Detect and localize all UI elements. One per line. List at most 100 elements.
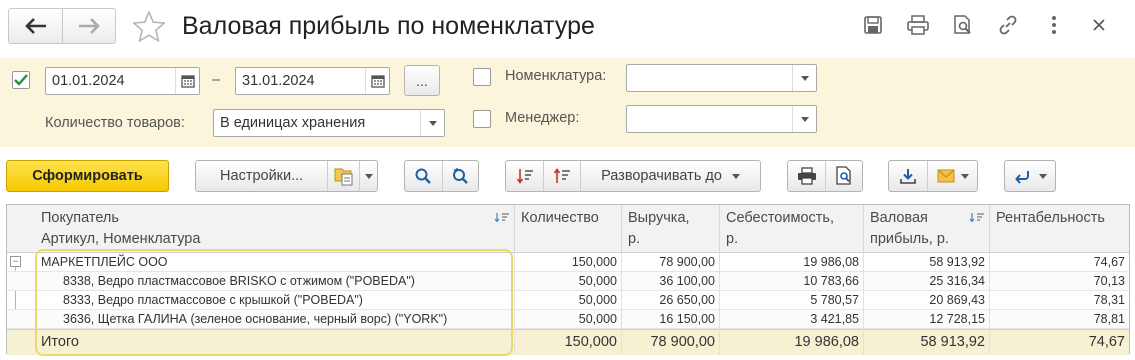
- table-header: Покупатель Артикул, Номенклатура Количес…: [7, 205, 1129, 253]
- header-profitability-label: Рентабельность: [996, 210, 1105, 226]
- cell-profit: 20 869,43: [929, 293, 985, 307]
- header-quantity[interactable]: Количество: [514, 205, 621, 253]
- total-row[interactable]: Итого 150,000 78 900,00 19 986,08 58 913…: [7, 329, 1129, 355]
- cell-profit: 12 728,15: [929, 312, 985, 326]
- print-icon[interactable]: [905, 12, 931, 38]
- header-profit-unit: прибыль, р.: [870, 231, 949, 247]
- table-row[interactable]: 8333, Ведро пластмассовое с крышкой ("PO…: [7, 291, 1129, 310]
- expand-to-label: Разворачивать до: [601, 168, 722, 184]
- manager-label: Менеджер:: [505, 110, 580, 126]
- preview-icon[interactable]: [950, 12, 976, 38]
- chevron-down-icon: [364, 173, 373, 179]
- print-icon: [797, 167, 816, 185]
- sort-desc-button[interactable]: [506, 161, 543, 191]
- header-profitability[interactable]: Рентабельность: [989, 205, 1129, 253]
- save-icon[interactable]: [860, 12, 886, 38]
- manager-checkbox[interactable]: [473, 110, 491, 128]
- nomenclature-field[interactable]: [626, 64, 817, 92]
- chevron-down-icon[interactable]: [792, 65, 816, 91]
- cell-quantity: 50,000: [578, 312, 617, 326]
- cell-revenue: 26 650,00: [659, 293, 715, 307]
- header-cost[interactable]: Себестоимость, р.: [719, 205, 863, 253]
- date-to-value: 31.01.2024: [242, 73, 315, 89]
- quantity-units-select[interactable]: В единицах хранения: [213, 109, 445, 137]
- generate-button[interactable]: Сформировать: [6, 160, 169, 192]
- forward-button[interactable]: [62, 9, 115, 43]
- sort-asc-icon: [553, 168, 570, 183]
- cell-revenue: 16 150,00: [659, 312, 715, 326]
- chevron-down-icon: [731, 173, 740, 179]
- header-buyer-label: Покупатель: [41, 210, 119, 226]
- send-email-button[interactable]: [927, 161, 977, 191]
- sort-asc-button[interactable]: [543, 161, 580, 191]
- period-select-button[interactable]: ...: [404, 65, 440, 96]
- search-group: [404, 160, 479, 192]
- sort-icon: [969, 208, 985, 229]
- nomenclature-label: Номенклатура:: [505, 68, 607, 84]
- favorite-star-icon[interactable]: [131, 9, 167, 45]
- calendar-icon[interactable]: [175, 68, 199, 94]
- export-group: [888, 160, 978, 192]
- header-buyer[interactable]: Покупатель Артикул, Номенклатура: [35, 205, 514, 253]
- calendar-icon[interactable]: [365, 68, 389, 94]
- cell-revenue: 78 900,00: [659, 255, 715, 269]
- date-to-field[interactable]: 31.01.2024: [235, 67, 390, 95]
- cell-profitability: 74,67: [1093, 255, 1125, 269]
- cell-profit: 58 913,92: [929, 255, 985, 269]
- more-icon[interactable]: [1041, 12, 1067, 38]
- download-icon: [900, 169, 916, 184]
- print-button[interactable]: [788, 161, 825, 191]
- period-select-label: ...: [416, 72, 428, 89]
- search-next-button[interactable]: [441, 161, 479, 191]
- total-profitability: 74,67: [1088, 334, 1125, 350]
- search-next-icon: [453, 168, 469, 184]
- settings-label: Настройки...: [220, 168, 304, 184]
- header-profit[interactable]: Валовая прибыль, р.: [863, 205, 989, 253]
- table-row[interactable]: 3636, Щетка ГАЛИНА (зеленое основание, ч…: [7, 310, 1129, 329]
- manager-field[interactable]: [626, 105, 817, 133]
- settings-button[interactable]: Настройки...: [196, 161, 327, 191]
- chevron-down-icon[interactable]: [420, 110, 444, 136]
- chevron-down-icon: [1039, 173, 1047, 179]
- cell-cost: 19 986,08: [803, 255, 859, 269]
- save-to-file-button[interactable]: [889, 161, 927, 191]
- variant-dropdown-button[interactable]: [359, 161, 377, 191]
- variant-button[interactable]: [327, 161, 359, 191]
- total-cost: 19 986,08: [794, 334, 859, 350]
- back-button[interactable]: [9, 9, 62, 43]
- mail-icon: [937, 169, 954, 183]
- total-revenue: 78 900,00: [650, 334, 715, 350]
- link-icon[interactable]: [995, 12, 1021, 38]
- nomenclature-checkbox[interactable]: [473, 68, 491, 86]
- chevron-down-icon[interactable]: [792, 106, 816, 132]
- quantity-label: Количество товаров:: [45, 115, 185, 131]
- search-button[interactable]: [405, 161, 442, 191]
- undo-arrow-icon: [1015, 171, 1029, 184]
- cell-name: 8333, Ведро пластмассовое с крышкой ("PO…: [63, 293, 363, 307]
- header-cost-unit: р.: [726, 231, 739, 247]
- expand-to-button[interactable]: Разворачивать до: [580, 161, 760, 191]
- expand-group: Разворачивать до: [505, 160, 761, 192]
- date-from-field[interactable]: 01.01.2024: [45, 67, 200, 95]
- table-row-group[interactable]: МАРКЕТПЛЕЙС ООО 150,000 78 900,00 19 986…: [7, 253, 1129, 272]
- print-preview-button[interactable]: [825, 161, 862, 191]
- header-cost-label: Себестоимость,: [726, 210, 834, 226]
- settings-group: Настройки...: [195, 160, 378, 192]
- sort-icon: [494, 208, 510, 229]
- period-checkbox[interactable]: [12, 71, 30, 89]
- cell-profit: 25 316,34: [929, 274, 985, 288]
- arrow-left-icon: [24, 18, 46, 34]
- close-icon[interactable]: [1086, 12, 1112, 38]
- report-variant-icon: [334, 168, 353, 186]
- report-table: Покупатель Артикул, Номенклатура Количес…: [6, 204, 1130, 355]
- header-revenue-unit: р.: [628, 231, 641, 247]
- cell-profitability: 70,13: [1093, 274, 1125, 288]
- table-row[interactable]: 8338, Ведро пластмассовое BRISKO с отжим…: [7, 272, 1129, 291]
- more-actions-button[interactable]: [1004, 160, 1056, 192]
- quantity-units-value: В единицах хранения: [220, 115, 366, 131]
- cell-quantity: 50,000: [578, 274, 617, 288]
- cell-name: 8338, Ведро пластмассовое BRISKO с отжим…: [63, 274, 415, 288]
- sort-desc-icon: [516, 169, 533, 184]
- header-article-label: Артикул, Номенклатура: [41, 231, 201, 247]
- header-revenue[interactable]: Выручка, р.: [621, 205, 719, 253]
